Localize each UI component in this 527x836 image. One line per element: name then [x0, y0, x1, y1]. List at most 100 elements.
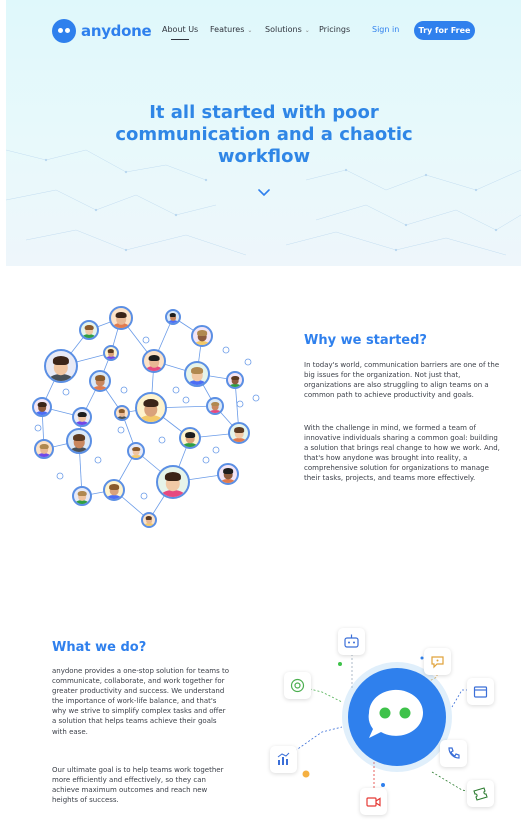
avatar-hair [164, 472, 182, 482]
analytics-chart-icon [277, 752, 290, 765]
network-node [142, 336, 150, 344]
network-node [244, 358, 252, 366]
why-paragraph-1: In today's world, communication barriers… [304, 361, 500, 400]
avatar-hair [39, 443, 49, 449]
phone-icon [448, 747, 460, 759]
team-member-avatar [44, 349, 78, 383]
team-member-avatar [184, 361, 210, 387]
what-paragraph-1: anydone provides a one-stop solution for… [52, 667, 229, 736]
network-node [140, 492, 148, 500]
ticket-tile [467, 780, 494, 807]
avatar-hair [145, 516, 153, 520]
nav-about-us[interactable]: About Us [162, 25, 199, 40]
network-node [94, 456, 102, 464]
nav-features[interactable]: Features ⌄ [210, 25, 252, 34]
support-agent-icon [290, 678, 305, 693]
robot-icon [344, 634, 359, 648]
chat-tile [424, 648, 451, 675]
network-node [212, 446, 220, 454]
team-member-avatar [109, 306, 133, 330]
nav-features-label: Features [210, 25, 245, 34]
video-tile [360, 788, 387, 815]
team-member-avatar [89, 370, 111, 392]
team-member-avatar [141, 512, 157, 528]
avatar-hair [169, 313, 177, 317]
avatar-hair [52, 356, 70, 366]
avatar-hair [223, 468, 233, 474]
chat-bubble-icon [431, 656, 444, 669]
ticket-icon [473, 787, 488, 801]
calendar-tile [467, 678, 494, 705]
network-node [62, 388, 70, 396]
video-camera-icon [366, 797, 381, 807]
avatar-hair [197, 330, 207, 336]
brand-name: anydone [81, 22, 152, 40]
network-node [34, 424, 42, 432]
why-paragraph-2: With the challenge in mind, we formed a … [304, 424, 500, 483]
team-member-avatar [228, 422, 250, 444]
what-we-do-heading: What we do? [52, 640, 147, 655]
avatar-hair [95, 375, 105, 381]
avatar-hair [115, 311, 127, 318]
team-member-avatar [191, 325, 213, 347]
nav-pricings[interactable]: Pricings [319, 25, 350, 34]
team-member-avatar [103, 345, 119, 361]
analytics-tile [270, 746, 297, 773]
brand-logo[interactable]: anydone [52, 19, 152, 43]
feature-hub-illustration [262, 622, 512, 822]
nav-solutions[interactable]: Solutions ⌄ [265, 25, 310, 34]
avatar-hair [77, 490, 87, 496]
team-member-avatar [217, 463, 239, 485]
avatar-hair [132, 446, 140, 451]
network-node [158, 436, 166, 444]
network-node [117, 426, 125, 434]
avatar-hair [211, 401, 219, 406]
network-node [182, 396, 190, 404]
team-member-avatar [179, 427, 201, 449]
avatar-hair [191, 366, 203, 374]
phone-tile [440, 740, 467, 767]
team-member-avatar [142, 349, 166, 373]
top-nav: anydone About Us Features ⌄ Solutions ⌄ Pr… [6, 16, 521, 46]
avatar-hair [118, 409, 126, 413]
avatar-hair [37, 401, 47, 407]
team-member-avatar [103, 479, 125, 501]
robot-tile [338, 628, 365, 655]
team-member-avatar [206, 397, 224, 415]
network-node [236, 400, 244, 408]
what-paragraph-2: Our ultimate goal is to help teams work … [52, 766, 224, 805]
team-member-avatar [32, 397, 52, 417]
team-member-avatar [72, 486, 92, 506]
team-member-avatar [165, 309, 181, 325]
avatar-hair [143, 399, 159, 408]
team-member-avatar [226, 371, 244, 389]
sign-in-link[interactable]: Sign in [372, 25, 399, 34]
avatar-hair [109, 484, 119, 490]
network-node [172, 386, 180, 394]
avatar-hair [107, 349, 115, 353]
nav-pricings-label: Pricings [319, 25, 351, 34]
team-member-avatar [135, 392, 167, 424]
avatar-hair [234, 427, 244, 433]
support-tile [284, 672, 311, 699]
team-member-avatar [127, 442, 145, 460]
calendar-icon [473, 686, 488, 698]
logo-chat-icon [52, 19, 76, 43]
chevron-down-icon: ⌄ [247, 27, 253, 34]
network-node [120, 386, 128, 394]
team-member-avatar [114, 405, 130, 421]
network-node [252, 394, 260, 402]
hero-section: anydone About Us Features ⌄ Solutions ⌄ Pr… [6, 0, 521, 266]
avatar-hair [73, 433, 85, 441]
try-for-free-button[interactable]: Try for Free [414, 21, 475, 40]
nav-about-us-label: About Us [162, 25, 199, 34]
team-member-avatar [34, 439, 54, 459]
chevron-down-icon[interactable] [258, 188, 270, 198]
avatar-hair [77, 411, 87, 417]
chevron-down-icon: ⌄ [304, 27, 310, 34]
avatar-hair [84, 324, 94, 330]
avatar-hair [148, 354, 160, 361]
network-node [222, 346, 230, 354]
avatar-hair [185, 432, 195, 438]
avatar-hair [231, 375, 239, 380]
